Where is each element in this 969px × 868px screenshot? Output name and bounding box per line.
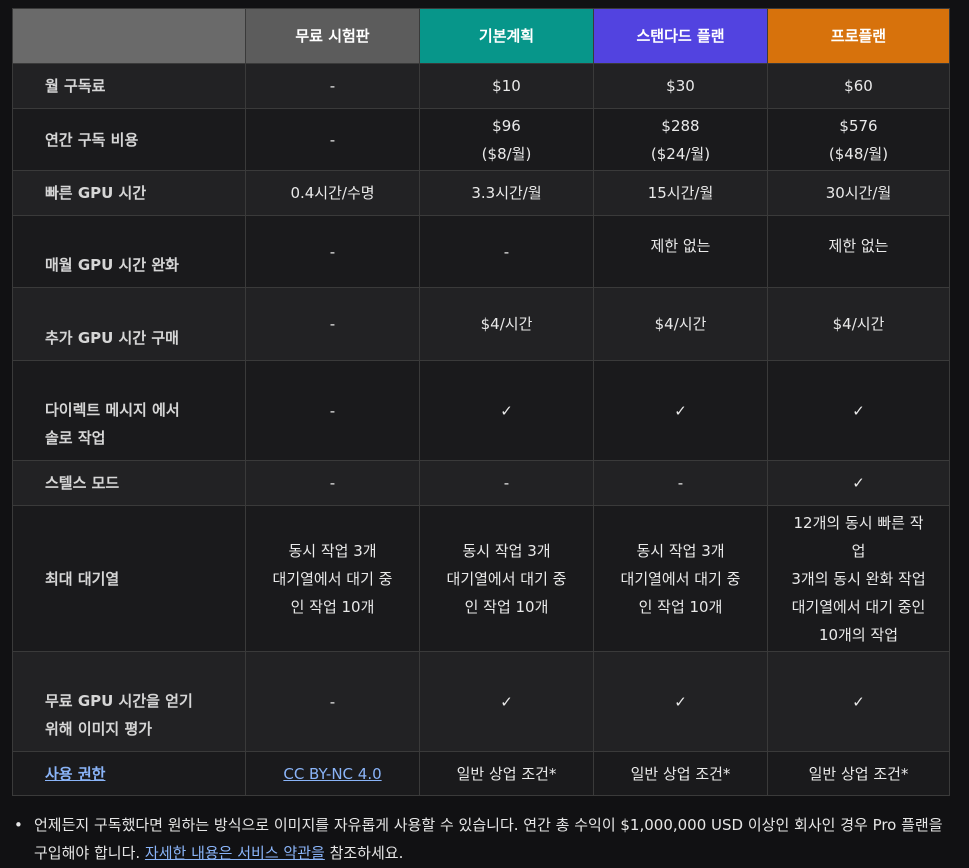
cell-free: - xyxy=(245,108,420,171)
cell-basic: 일반 상업 조건* xyxy=(419,751,594,796)
cell-free: CC BY-NC 4.0 xyxy=(245,751,420,796)
row-label: 최대 대기열 xyxy=(12,505,246,652)
annual-price: $576 xyxy=(839,116,878,135)
queue-line: 3개의 동시 완화 작업 xyxy=(791,569,926,588)
row-label-line: 다이렉트 메시지 에서 xyxy=(45,401,180,419)
cell-pro: $576 ($48/월) xyxy=(767,108,950,171)
cell-basic: $96 ($8/월) xyxy=(419,108,594,171)
row-label: 다이렉트 메시지 에서 솔로 작업 xyxy=(12,360,246,461)
row-label-line: 무료 GPU 시간을 얻기 xyxy=(45,692,193,710)
row-label-line: 솔로 작업 xyxy=(45,429,106,447)
monthly-equivalent: ($8/월) xyxy=(481,144,532,163)
row-label: 사용 권한 xyxy=(12,751,246,796)
row-stealth: 스텔스 모드 - - - ✓ xyxy=(12,460,950,506)
terms-of-service-link[interactable]: 자세한 내용은 서비스 약관을 xyxy=(145,844,325,862)
cell-basic: - xyxy=(419,215,594,288)
cell-free: - xyxy=(245,360,420,461)
bullet-point: • xyxy=(14,816,23,834)
row-monthly-fee: 월 구독료 - $10 $30 $60 xyxy=(12,63,950,109)
cell-free: - xyxy=(245,63,420,109)
cell-standard: 일반 상업 조건* xyxy=(593,751,768,796)
queue-line: 업 xyxy=(851,541,866,560)
queue-line: 동시 작업 3개 xyxy=(636,541,725,560)
cell-basic: 3.3시간/월 xyxy=(419,170,594,216)
row-relax-gpu: 매월 GPU 시간 완화 - - 제한 없는 제한 없는 xyxy=(12,215,950,288)
row-label: 추가 GPU 시간 구매 xyxy=(12,287,246,361)
cell-pro: 일반 상업 조건* xyxy=(767,751,950,796)
cell-free: - xyxy=(245,651,420,752)
cell-pro: 제한 없는 xyxy=(767,215,950,288)
cell-standard: 제한 없는 xyxy=(593,215,768,288)
header-pro-plan: 프로플랜 xyxy=(767,8,950,64)
queue-line: 인 작업 10개 xyxy=(290,597,375,616)
monthly-equivalent: ($48/월) xyxy=(828,144,889,163)
cell-pro: $4/시간 xyxy=(767,287,950,361)
queue-line: 동시 작업 3개 xyxy=(288,541,377,560)
queue-line: 12개의 동시 빠른 작 xyxy=(793,513,924,532)
cell-basic: ✓ xyxy=(419,360,594,461)
cell-standard: $30 xyxy=(593,63,768,109)
queue-line: 10개의 작업 xyxy=(818,625,899,644)
footnote-text: 언제든지 구독했다면 원하는 방식으로 이미지를 자유롭게 사용할 수 있습니다… xyxy=(34,811,944,867)
cell-basic: 동시 작업 3개 대기열에서 대기 중 인 작업 10개 xyxy=(419,505,594,652)
annual-price: $96 xyxy=(492,116,521,135)
cell-pro: ✓ xyxy=(767,460,950,506)
cell-pro: ✓ xyxy=(767,651,950,752)
cell-pro: 12개의 동시 빠른 작 업 3개의 동시 완화 작업 대기열에서 대기 중인 … xyxy=(767,505,950,652)
annual-price: $288 xyxy=(661,116,700,135)
cell-standard: 동시 작업 3개 대기열에서 대기 중 인 작업 10개 xyxy=(593,505,768,652)
footnote-tail: 참조하세요. xyxy=(324,844,404,862)
row-label: 연간 구독 비용 xyxy=(12,108,246,171)
row-label: 매월 GPU 시간 완화 xyxy=(12,215,246,288)
row-label: 스텔스 모드 xyxy=(12,460,246,506)
pricing-table: 무료 시험판 기본계획 스탠다드 플랜 프로플랜 월 구독료 - $10 $30… xyxy=(12,8,950,796)
cell-standard: - xyxy=(593,460,768,506)
cell-basic: $10 xyxy=(419,63,594,109)
cell-pro: ✓ xyxy=(767,360,950,461)
row-extra-gpu: 추가 GPU 시간 구매 - $4/시간 $4/시간 $4/시간 xyxy=(12,287,950,361)
queue-line: 인 작업 10개 xyxy=(638,597,723,616)
usage-rights-link[interactable]: 사용 권한 xyxy=(45,765,105,783)
queue-line: 인 작업 10개 xyxy=(464,597,549,616)
cell-basic: ✓ xyxy=(419,651,594,752)
row-fast-gpu: 빠른 GPU 시간 0.4시간/수명 3.3시간/월 15시간/월 30시간/월 xyxy=(12,170,950,216)
queue-line: 대기열에서 대기 중 xyxy=(272,569,393,588)
row-label-line: 위해 이미지 평가 xyxy=(45,720,153,738)
cell-standard: ✓ xyxy=(593,651,768,752)
header-corner xyxy=(12,8,246,64)
queue-line: 대기열에서 대기 중 xyxy=(620,569,741,588)
row-usage-rights: 사용 권한 CC BY-NC 4.0 일반 상업 조건* 일반 상업 조건* 일… xyxy=(12,751,950,796)
monthly-equivalent: ($24/월) xyxy=(650,144,711,163)
cell-free: 0.4시간/수명 xyxy=(245,170,420,216)
cell-free: - xyxy=(245,215,420,288)
cell-pro: 30시간/월 xyxy=(767,170,950,216)
license-link[interactable]: CC BY-NC 4.0 xyxy=(283,765,381,783)
header-standard-plan: 스탠다드 플랜 xyxy=(593,8,768,64)
cell-standard: ✓ xyxy=(593,360,768,461)
row-label: 빠른 GPU 시간 xyxy=(12,170,246,216)
row-label: 월 구독료 xyxy=(12,63,246,109)
queue-line: 대기열에서 대기 중 xyxy=(446,569,567,588)
header-basic-plan: 기본계획 xyxy=(419,8,594,64)
cell-standard: 15시간/월 xyxy=(593,170,768,216)
cell-pro: $60 xyxy=(767,63,950,109)
row-label: 무료 GPU 시간을 얻기 위해 이미지 평가 xyxy=(12,651,246,752)
cell-basic: $4/시간 xyxy=(419,287,594,361)
row-dm-solo: 다이렉트 메시지 에서 솔로 작업 - ✓ ✓ ✓ xyxy=(12,360,950,461)
row-annual-cost: 연간 구독 비용 - $96 ($8/월) $288 ($24/월) $576 … xyxy=(12,108,950,171)
queue-line: 동시 작업 3개 xyxy=(462,541,551,560)
cell-free: - xyxy=(245,460,420,506)
row-rate-images: 무료 GPU 시간을 얻기 위해 이미지 평가 - ✓ ✓ ✓ xyxy=(12,651,950,752)
cell-free: 동시 작업 3개 대기열에서 대기 중 인 작업 10개 xyxy=(245,505,420,652)
footnote: • 언제든지 구독했다면 원하는 방식으로 이미지를 자유롭게 사용할 수 있습… xyxy=(14,811,944,867)
queue-line: 대기열에서 대기 중인 xyxy=(791,597,926,616)
cell-standard: $288 ($24/월) xyxy=(593,108,768,171)
header-free-trial: 무료 시험판 xyxy=(245,8,420,64)
cell-basic: - xyxy=(419,460,594,506)
header-row: 무료 시험판 기본계획 스탠다드 플랜 프로플랜 xyxy=(12,8,950,64)
row-max-queue: 최대 대기열 동시 작업 3개 대기열에서 대기 중 인 작업 10개 동시 작… xyxy=(12,505,950,652)
cell-free: - xyxy=(245,287,420,361)
cell-standard: $4/시간 xyxy=(593,287,768,361)
